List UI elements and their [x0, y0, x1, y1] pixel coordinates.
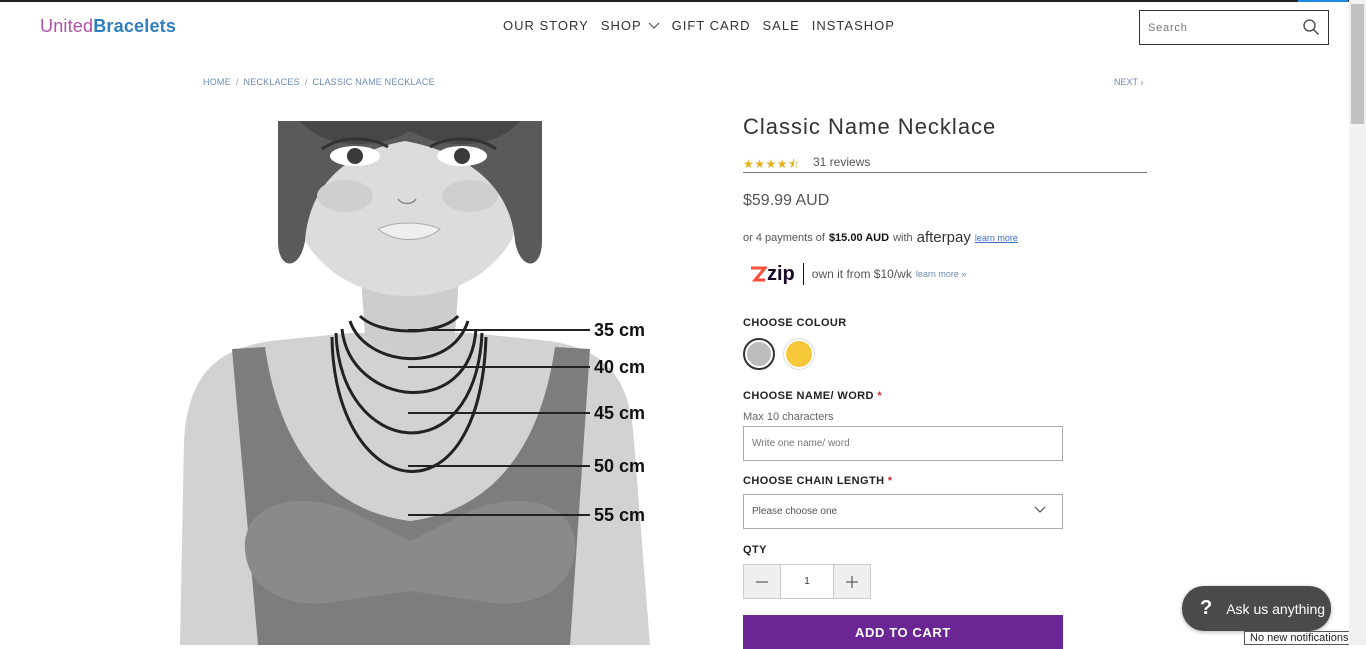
name-hint: Max 10 characters: [743, 411, 834, 423]
zip-info: zip own it from $10/wk learn more »: [743, 258, 966, 290]
chevron-right-icon: ›: [1140, 77, 1144, 87]
logo-text-united: United: [40, 16, 94, 36]
nav-our-story-label: OUR STORY: [503, 18, 589, 33]
nav-instashop-label: INSTASHOP: [811, 18, 895, 33]
length-label-50: 50 cm: [594, 456, 646, 476]
main-nav: OUR STORY SHOP GIFT CARD SALE INSTASHOP: [503, 18, 907, 33]
length-label-40: 40 cm: [594, 357, 646, 377]
page-scrollbar[interactable]: [1349, 0, 1366, 645]
afterpay-learn-more[interactable]: learn more: [975, 233, 1018, 243]
nav-gift-card[interactable]: GIFT CARD: [672, 18, 751, 33]
search-icon[interactable]: [1302, 18, 1320, 41]
name-label: CHOOSE NAME/ WORD *: [743, 390, 882, 402]
chain-length-select[interactable]: Please choose one: [743, 494, 1063, 529]
length-label-55: 55 cm: [594, 505, 646, 525]
required-mark: *: [887, 475, 893, 487]
breadcrumb-separator: /: [304, 77, 308, 87]
breadcrumb-home[interactable]: HOME: [203, 77, 231, 87]
chat-label: Ask us anything: [1226, 600, 1326, 617]
zip-mark-icon: [751, 266, 767, 282]
search-input[interactable]: [1140, 11, 1290, 44]
top-accent: [1298, 0, 1348, 2]
nav-shop[interactable]: SHOP: [601, 18, 660, 33]
chevron-down-icon: [1034, 506, 1046, 517]
chain-label: CHOOSE CHAIN LENGTH *: [743, 475, 893, 487]
qty-value[interactable]: 1: [780, 565, 834, 598]
question-icon: ?: [1200, 597, 1213, 619]
chain-label-text: CHOOSE CHAIN LENGTH: [743, 475, 885, 487]
logo-text-bracelets: Bracelets: [93, 16, 177, 36]
zip-learn-more[interactable]: learn more »: [916, 269, 967, 279]
breadcrumb-separator: /: [235, 77, 239, 87]
breadcrumb-current[interactable]: CLASSIC NAME NECKLACE: [313, 77, 435, 87]
breadcrumb: HOME / NECKLACES / CLASSIC NAME NECKLACE: [203, 77, 435, 87]
afterpay-amount: $15.00 AUD: [828, 231, 890, 244]
afterpay-info: or 4 payments of $15.00 AUD with afterpa…: [743, 229, 1018, 246]
necklace-length-illustration: [180, 121, 650, 645]
zip-text: own it from $10/wk: [811, 267, 912, 281]
nav-sale[interactable]: SALE: [763, 18, 800, 33]
nav-our-story[interactable]: OUR STORY: [503, 18, 589, 33]
silver-swatch-fill: [747, 342, 771, 366]
product-image[interactable]: 35 cm 40 cm 45 cm 50 cm 55 cm: [150, 121, 670, 645]
name-input[interactable]: [752, 438, 1062, 449]
colour-swatch-silver[interactable]: [743, 338, 775, 370]
name-field: [743, 426, 1063, 461]
qty-decrease-button[interactable]: [744, 565, 780, 598]
add-to-cart-button[interactable]: ADD TO CART: [743, 615, 1063, 649]
nav-instashop[interactable]: INSTASHOP: [812, 18, 895, 33]
breadcrumb-necklaces[interactable]: NECKLACES: [244, 77, 300, 87]
required-mark: *: [877, 390, 883, 402]
length-label-45: 45 cm: [594, 403, 646, 423]
site-logo[interactable]: UnitedBracelets: [40, 16, 176, 37]
name-label-text: CHOOSE NAME/ WORD: [743, 390, 874, 402]
chain-length-value: Please choose one: [752, 506, 838, 517]
colour-label: CHOOSE COLOUR: [743, 317, 847, 329]
zip-brand-text: zip: [767, 262, 795, 285]
divider: [743, 172, 1147, 173]
chevron-down-icon: [648, 18, 660, 33]
afterpay-prefix: or 4 payments of: [743, 231, 825, 244]
top-border: [0, 0, 1366, 2]
plus-icon: [846, 575, 858, 588]
product-price: $59.99 AUD: [743, 192, 830, 209]
qty-increase-button[interactable]: [834, 565, 870, 598]
minus-icon: [756, 580, 768, 583]
afterpay-with: with: [893, 231, 913, 244]
scrollbar-thumb[interactable]: [1351, 4, 1364, 124]
next-label: NEXT: [1114, 77, 1138, 87]
zip-logo-icon: zip: [749, 263, 795, 286]
gold-swatch-fill: [786, 341, 812, 367]
notification-tooltip: No new notifications: [1244, 631, 1364, 645]
next-product-link[interactable]: NEXT ›: [1114, 77, 1143, 87]
product-title: Classic Name Necklace: [743, 114, 997, 139]
zip-divider: [802, 263, 804, 285]
nav-gift-card-label: GIFT CARD: [671, 18, 751, 33]
nav-shop-label: SHOP: [600, 18, 642, 33]
afterpay-logo-icon: afterpay: [916, 229, 971, 246]
quantity-stepper: 1: [743, 564, 871, 599]
colour-swatch-gold[interactable]: [783, 338, 815, 370]
chat-widget-button[interactable]: ? Ask us anything: [1182, 586, 1331, 631]
qty-label: QTY: [743, 544, 767, 556]
search-box: [1139, 10, 1329, 45]
nav-sale-label: SALE: [762, 18, 800, 33]
length-label-35: 35 cm: [594, 320, 646, 340]
reviews-count[interactable]: 31 reviews: [813, 155, 870, 169]
